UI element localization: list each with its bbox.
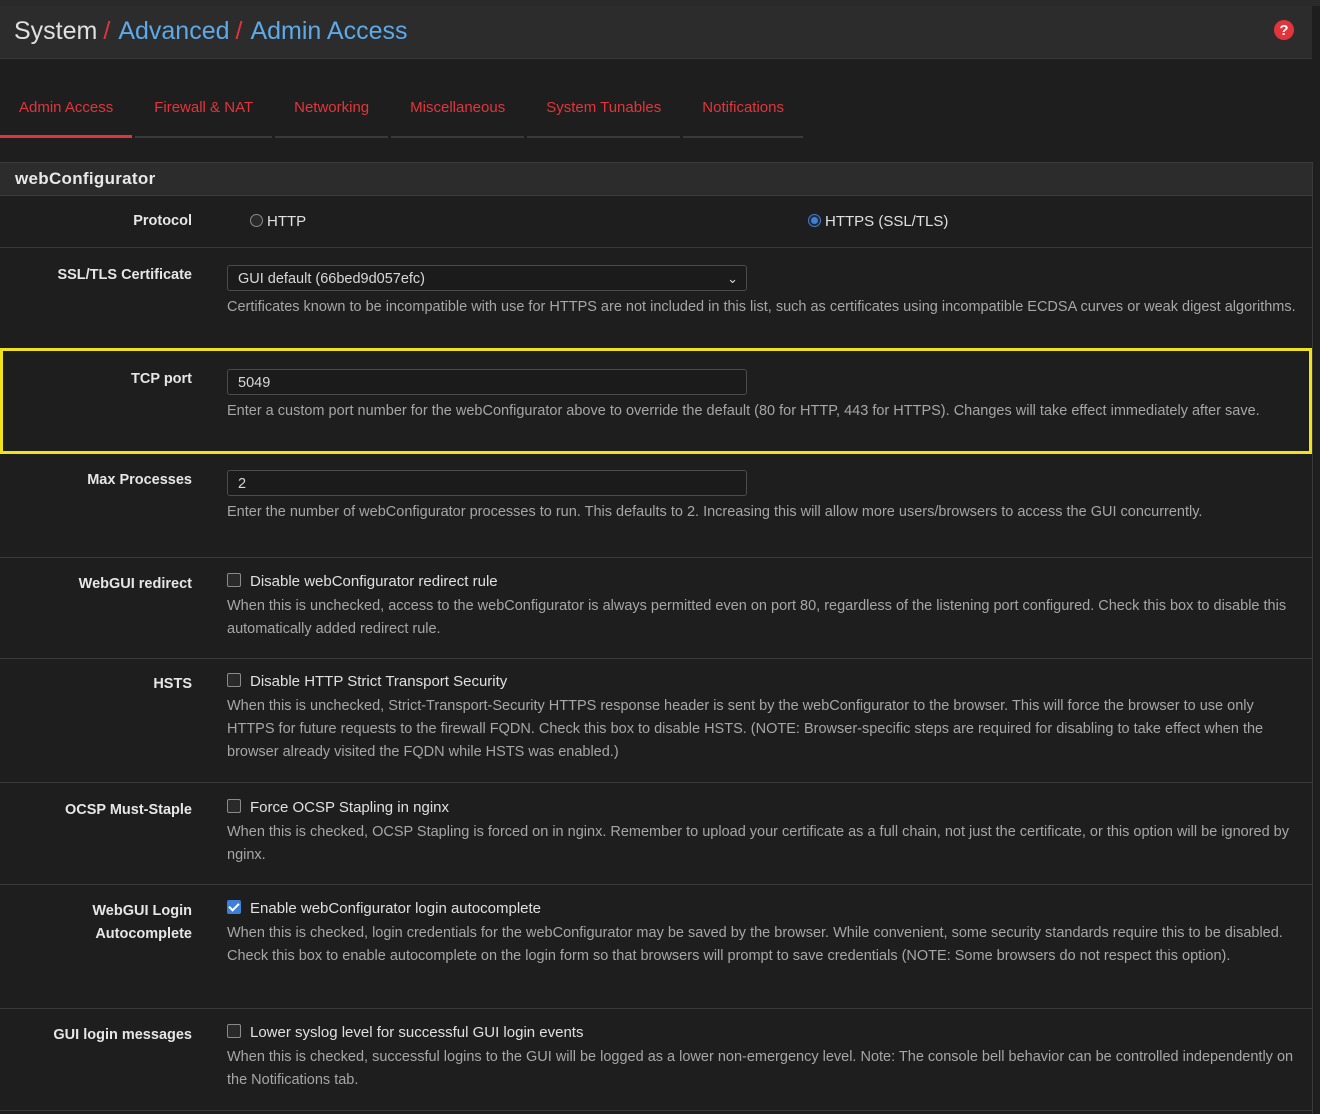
protocol-row: Protocol HTTP HTTPS (SSL/TLS) (0, 196, 1312, 248)
webconfigurator-panel: webConfigurator Protocol HTTP HTTPS (SSL… (0, 162, 1313, 1114)
login-autocomplete-checkbox-label: Enable webConfigurator login autocomplet… (250, 900, 542, 917)
section-title: webConfigurator (0, 162, 1312, 196)
hsts-help: When this is unchecked, Strict-Transport… (227, 698, 1264, 760)
tcp-port-label: TCP port (131, 371, 192, 387)
webgui-redirect-field: Disable webConfigurator redirect rule Wh… (227, 573, 1304, 641)
tab-networking[interactable]: Networking (275, 92, 389, 138)
breadcrumb-separator: / (235, 17, 243, 45)
webgui-redirect-label: WebGUI redirect (78, 576, 192, 592)
webgui-redirect-option[interactable]: Disable webConfigurator redirect rule (227, 573, 1304, 590)
login-messages-checkbox[interactable] (227, 1024, 241, 1038)
breadcrumb-separator: / (103, 17, 111, 45)
ocsp-option[interactable]: Force OCSP Stapling in nginx (227, 799, 1304, 816)
hsts-field: Disable HTTP Strict Transport Security W… (227, 673, 1304, 764)
question-circle-icon[interactable]: ? (1274, 20, 1294, 40)
tcp-port-field: 5049 Enter a custom port number for the … (227, 369, 1301, 423)
tab-firewall-nat[interactable]: Firewall & NAT (135, 92, 273, 138)
max-processes-row: Max Processes 2 Enter the number of webC… (0, 454, 1312, 558)
protocol-label: Protocol (133, 213, 192, 229)
ocsp-row: OCSP Must-Staple Force OCSP Stapling in … (0, 782, 1312, 885)
hsts-option[interactable]: Disable HTTP Strict Transport Security (227, 673, 1304, 690)
http-radio[interactable] (250, 214, 263, 227)
hsts-checkbox-label: Disable HTTP Strict Transport Security (250, 673, 508, 690)
max-processes-input[interactable]: 2 (227, 470, 747, 496)
page-header: System / Advanced / Admin Access ? (0, 6, 1312, 59)
login-autocomplete-label-line1: WebGUI Login (92, 903, 192, 919)
chevron-down-icon: ⌄ (727, 271, 738, 286)
certificate-select[interactable]: GUI default (66bed9d057efc) ⌄ (227, 265, 747, 291)
login-autocomplete-checkbox[interactable] (227, 900, 241, 914)
certificate-select-value: GUI default (66bed9d057efc) (238, 271, 426, 287)
breadcrumb-system: System (14, 17, 98, 45)
login-autocomplete-row: WebGUI Login Autocomplete Enable webConf… (0, 884, 1312, 1009)
login-autocomplete-field: Enable webConfigurator login autocomplet… (227, 900, 1304, 968)
webgui-redirect-help: When this is unchecked, access to the we… (227, 598, 1287, 637)
login-autocomplete-label-line2: Autocomplete (95, 926, 192, 942)
certificate-help: Certificates known to be incompatible wi… (227, 299, 1296, 315)
tab-bar: Admin Access Firewall & NAT Networking M… (0, 92, 806, 138)
login-messages-checkbox-label: Lower syslog level for successful GUI lo… (250, 1024, 584, 1041)
hsts-checkbox[interactable] (227, 673, 241, 687)
certificate-row: SSL/TLS Certificate GUI default (66bed9d… (0, 248, 1312, 349)
webgui-redirect-checkbox-label: Disable webConfigurator redirect rule (250, 573, 498, 590)
webgui-redirect-row: WebGUI redirect Disable webConfigurator … (0, 557, 1312, 659)
login-autocomplete-option[interactable]: Enable webConfigurator login autocomplet… (227, 900, 1304, 917)
max-processes-field: 2 Enter the number of webConfigurator pr… (227, 470, 1304, 524)
max-processes-help: Enter the number of webConfigurator proc… (227, 504, 1203, 520)
ocsp-checkbox-label: Force OCSP Stapling in nginx (250, 799, 449, 816)
http-radio-label: HTTP (267, 213, 307, 230)
ocsp-checkbox[interactable] (227, 799, 241, 813)
tcp-port-row: TCP port 5049 Enter a custom port number… (0, 348, 1312, 454)
ocsp-label: OCSP Must-Staple (64, 802, 192, 818)
certificate-field: GUI default (66bed9d057efc) ⌄ Certificat… (227, 265, 1304, 319)
login-autocomplete-help: When this is checked, login credentials … (227, 925, 1283, 964)
protocol-https-option[interactable]: HTTPS (SSL/TLS) (808, 213, 948, 230)
login-messages-option[interactable]: Lower syslog level for successful GUI lo… (227, 1024, 1304, 1041)
tcp-port-help: Enter a custom port number for the webCo… (227, 403, 1260, 419)
breadcrumb-admin-access[interactable]: Admin Access (250, 17, 407, 45)
breadcrumb: System / Advanced / Admin Access (14, 17, 407, 46)
login-messages-label: GUI login messages (53, 1027, 192, 1043)
hsts-row: HSTS Disable HTTP Strict Transport Secur… (0, 658, 1312, 783)
ocsp-field: Force OCSP Stapling in nginx When this i… (227, 799, 1304, 867)
tab-notifications[interactable]: Notifications (683, 92, 803, 138)
hsts-label: HSTS (153, 676, 192, 692)
certificate-label: SSL/TLS Certificate (57, 267, 192, 283)
breadcrumb-advanced[interactable]: Advanced (118, 17, 229, 45)
login-autocomplete-label: WebGUI Login Autocomplete (0, 900, 192, 946)
tab-miscellaneous[interactable]: Miscellaneous (391, 92, 525, 138)
tab-admin-access[interactable]: Admin Access (0, 92, 133, 138)
login-messages-row: GUI login messages Lower syslog level fo… (0, 1008, 1312, 1111)
login-messages-field: Lower syslog level for successful GUI lo… (227, 1024, 1304, 1092)
tcp-port-input[interactable]: 5049 (227, 369, 747, 395)
https-radio-label: HTTPS (SSL/TLS) (825, 213, 949, 230)
login-messages-help: When this is checked, successful logins … (227, 1049, 1294, 1088)
ocsp-help: When this is checked, OCSP Stapling is f… (227, 824, 1289, 863)
protocol-http-option[interactable]: HTTP (250, 213, 306, 230)
webgui-redirect-checkbox[interactable] (227, 573, 241, 587)
tab-system-tunables[interactable]: System Tunables (527, 92, 681, 138)
https-radio[interactable] (808, 214, 821, 227)
max-processes-label: Max Processes (87, 472, 192, 488)
